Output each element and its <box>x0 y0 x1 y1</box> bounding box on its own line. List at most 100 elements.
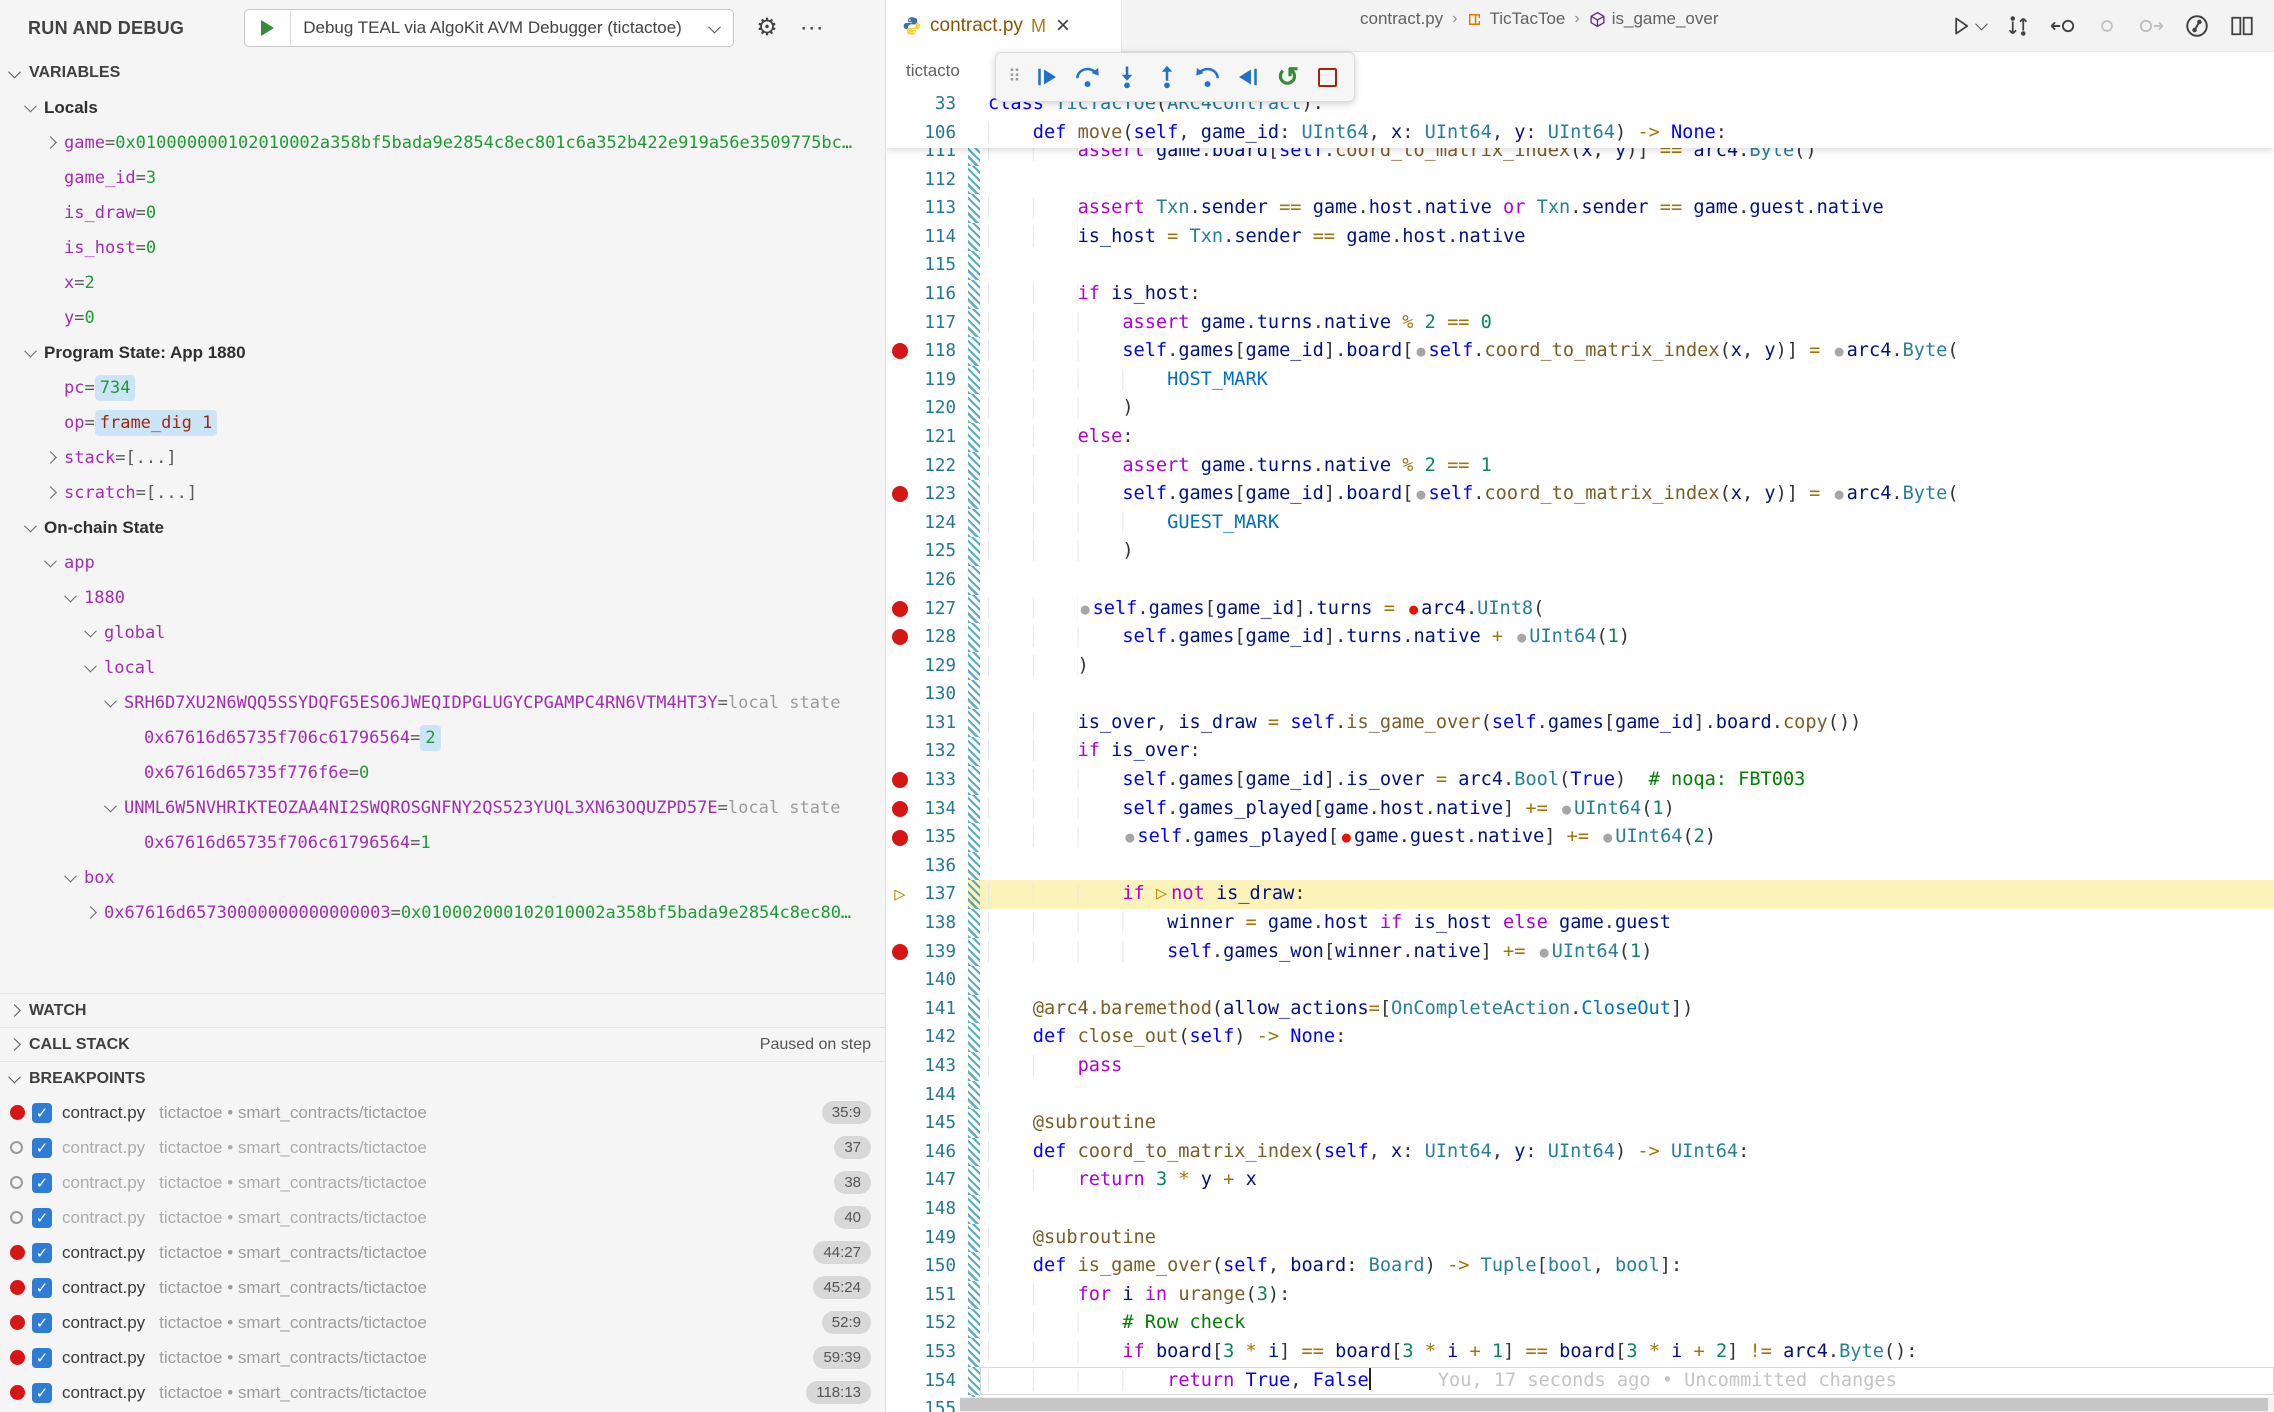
breakpoint-row[interactable]: ✓contract.pytictactoe • smart_contracts/… <box>0 1340 885 1375</box>
code-line[interactable]: 152 # Row check <box>886 1309 2274 1338</box>
breadcrumb-project[interactable]: tictacto <box>906 61 960 81</box>
chevron-right-icon[interactable] <box>44 136 57 149</box>
breakpoint-row[interactable]: ✓contract.pytictactoe • smart_contracts/… <box>0 1305 885 1340</box>
chevron-down-icon[interactable] <box>84 625 97 638</box>
restart-button[interactable]: ↺ <box>1270 58 1306 96</box>
chevron-down-icon[interactable] <box>24 100 37 113</box>
code-line[interactable]: 154 return True, False You, 17 seconds a… <box>886 1367 2274 1396</box>
chevron-down-icon[interactable] <box>84 660 97 673</box>
change-indicator-button[interactable] <box>2096 14 2118 38</box>
open-changes-button[interactable] <box>2006 14 2030 38</box>
breakpoint-checkbox[interactable]: ✓ <box>32 1103 52 1123</box>
breakpoint-gutter-icon[interactable] <box>886 480 914 509</box>
chevron-down-icon[interactable] <box>44 555 57 568</box>
breakpoint-gutter-icon[interactable] <box>886 823 914 852</box>
toolbar-drag-grip[interactable]: ⠿ <box>1004 58 1025 96</box>
breadcrumb-method[interactable]: is_game_over <box>1589 9 1719 29</box>
code-line[interactable]: 129 ) <box>886 652 2274 681</box>
breakpoint-row[interactable]: ✓contract.pytictactoe • smart_contracts/… <box>0 1130 885 1165</box>
breakpoint-checkbox[interactable]: ✓ <box>32 1278 52 1298</box>
code-line[interactable]: 151 for i in urange(3): <box>886 1281 2274 1310</box>
code-line[interactable]: 140 <box>886 966 2274 995</box>
paused-gutter-arrow-icon[interactable]: ▷ <box>886 880 914 909</box>
chevron-down-icon[interactable] <box>64 590 77 603</box>
code-line[interactable]: 122 assert game.turns.native % 2 == 1 <box>886 452 2274 481</box>
code-line[interactable]: 149 @subroutine <box>886 1224 2274 1253</box>
code-line[interactable]: 112 <box>886 166 2274 195</box>
more-actions-icon[interactable]: ··· <box>800 16 824 40</box>
chevron-down-icon[interactable] <box>104 695 117 708</box>
code-line[interactable]: 117 assert game.turns.native % 2 == 0 <box>886 309 2274 338</box>
code-line[interactable]: 141 @arc4.baremethod(allow_actions=[OnCo… <box>886 995 2274 1024</box>
step-back-button[interactable] <box>1189 58 1225 96</box>
step-over-button[interactable] <box>1069 58 1105 96</box>
variable-row[interactable]: x = 2 <box>0 265 885 300</box>
code-line[interactable]: 134 self.games_played[game.host.native] … <box>886 795 2274 824</box>
breakpoint-checkbox[interactable]: ✓ <box>32 1138 52 1158</box>
breakpoint-gutter-icon[interactable] <box>886 623 914 652</box>
breakpoint-checkbox[interactable]: ✓ <box>32 1208 52 1228</box>
scrollbar-thumb[interactable] <box>960 1398 2268 1411</box>
code-line[interactable]: ▷137 if ▷not is_draw: <box>886 880 2274 909</box>
breakpoint-row[interactable]: ✓contract.pytictactoe • smart_contracts/… <box>0 1095 885 1130</box>
code-line[interactable]: 126 <box>886 566 2274 595</box>
breakpoint-row[interactable]: ✓contract.pytictactoe • smart_contracts/… <box>0 1165 885 1200</box>
code-line[interactable]: 139 self.games_won[winner.native] += ●UI… <box>886 938 2274 967</box>
variable-row[interactable]: game_id = 3 <box>0 160 885 195</box>
breakpoint-checkbox[interactable]: ✓ <box>32 1383 52 1403</box>
code-line[interactable]: 120 ) <box>886 394 2274 423</box>
variable-row[interactable]: scratch = [...] <box>0 475 885 510</box>
breakpoint-gutter-icon[interactable] <box>886 337 914 366</box>
breakpoint-gutter-icon[interactable] <box>886 938 914 967</box>
code-line[interactable]: 135 ●self.games_played[●game.guest.nativ… <box>886 823 2274 852</box>
code-line[interactable]: 142 def close_out(self) -> None: <box>886 1023 2274 1052</box>
stop-button[interactable] <box>1310 58 1346 96</box>
code-line[interactable]: 150 def is_game_over(self, board: Board)… <box>886 1252 2274 1281</box>
sticky-code-line[interactable]: 106 def move(self, game_id: UInt64, x: U… <box>886 119 2274 148</box>
chevron-right-icon[interactable] <box>44 451 57 464</box>
code-viewport[interactable]: 111 assert game.board[self.coord_to_matr… <box>886 90 2274 1412</box>
previous-change-button[interactable] <box>2050 14 2076 38</box>
close-icon[interactable]: × <box>1056 14 1070 38</box>
code-line[interactable]: 114 is_host = Txn.sender == game.host.na… <box>886 223 2274 252</box>
breakpoints-section-header[interactable]: BREAKPOINTS <box>0 1061 885 1095</box>
variable-row[interactable]: 0x67616d65730000000000000003 = 0x0100020… <box>0 895 885 930</box>
code-line[interactable]: 118 self.games[game_id].board[●self.coor… <box>886 337 2274 366</box>
next-change-button[interactable] <box>2138 14 2164 38</box>
code-line[interactable]: 153 if board[3 * i] == board[3 * i + 1] … <box>886 1338 2274 1367</box>
code-line[interactable]: 147 return 3 * y + x <box>886 1166 2274 1195</box>
chevron-right-icon[interactable] <box>44 486 57 499</box>
step-out-button[interactable] <box>1149 58 1185 96</box>
breakpoint-checkbox[interactable]: ✓ <box>32 1173 52 1193</box>
chevron-down-icon[interactable] <box>24 520 37 533</box>
variable-row[interactable]: UNML6W5NVHRIKTEOZAA4NI2SWQROSGNFNY2QS523… <box>0 790 885 825</box>
start-debugging-button[interactable] <box>245 10 291 46</box>
run-python-button[interactable] <box>1950 15 1986 37</box>
code-line[interactable]: 130 <box>886 680 2274 709</box>
code-line[interactable]: 144 <box>886 1081 2274 1110</box>
chevron-down-icon[interactable] <box>64 870 77 883</box>
variable-row[interactable]: op = frame_dig 1 <box>0 405 885 440</box>
reverse-continue-button[interactable] <box>1230 58 1266 96</box>
variable-row[interactable]: is_draw = 0 <box>0 195 885 230</box>
code-line[interactable]: 125 ) <box>886 537 2274 566</box>
chevron-down-icon[interactable] <box>104 800 117 813</box>
step-into-button[interactable] <box>1109 58 1145 96</box>
breakpoint-row[interactable]: ✓contract.pytictactoe • smart_contracts/… <box>0 1375 885 1410</box>
breakpoint-gutter-icon[interactable] <box>886 795 914 824</box>
code-line[interactable]: 145 @subroutine <box>886 1109 2274 1138</box>
code-line[interactable]: 138 winner = game.host if is_host else g… <box>886 909 2274 938</box>
code-line[interactable]: 127 ●self.games[game_id].turns = ●arc4.U… <box>886 595 2274 624</box>
code-line[interactable]: 115 <box>886 251 2274 280</box>
continue-button[interactable] <box>1029 58 1065 96</box>
code-line[interactable]: 121 else: <box>886 423 2274 452</box>
chevron-down-icon[interactable] <box>24 345 37 358</box>
variable-row[interactable]: 0x67616d65735f776f6e = 0 <box>0 755 885 790</box>
code-line[interactable]: 133 self.games[game_id].is_over = arc4.B… <box>886 766 2274 795</box>
breakpoint-checkbox[interactable]: ✓ <box>32 1348 52 1368</box>
variable-row[interactable]: 0x67616d65735f706c61796564 = 1 <box>0 825 885 860</box>
code-line[interactable]: 116 if is_host: <box>886 280 2274 309</box>
breadcrumb-class[interactable]: TicTacToe <box>1466 9 1565 29</box>
variable-row[interactable]: local <box>0 650 885 685</box>
variable-row[interactable]: global <box>0 615 885 650</box>
